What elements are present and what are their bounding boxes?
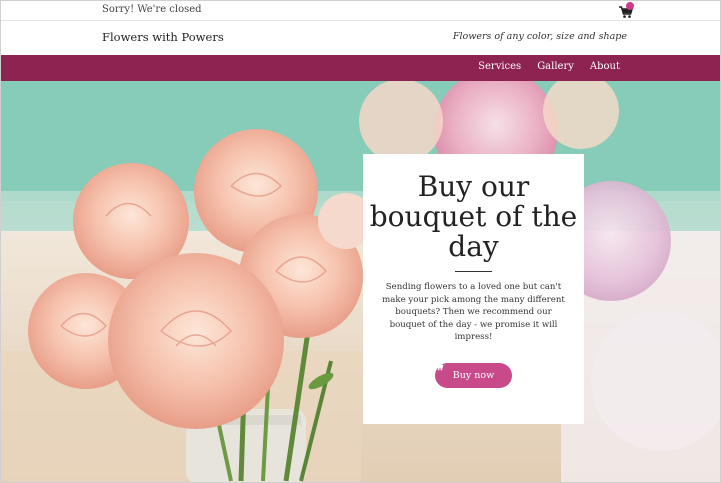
nav-services[interactable]: Services — [478, 61, 521, 72]
hero-flowers-image — [1, 81, 720, 482]
site-tagline: Flowers of any color, size and shape — [452, 31, 627, 42]
closed-notice: Sorry! We're closed — [102, 4, 202, 15]
hero-section: Buy our bouquet of the day Sending flowe… — [1, 81, 720, 482]
nav-about[interactable]: About — [590, 61, 620, 72]
cart-badge — [626, 2, 634, 10]
featured-card: Buy our bouquet of the day Sending flowe… — [363, 154, 584, 424]
site-header: Flowers with Powers Flowers of any color… — [1, 21, 720, 55]
card-divider — [455, 271, 492, 272]
nav-links: Services Gallery About — [478, 61, 620, 72]
site-brand[interactable]: Flowers with Powers — [102, 30, 224, 44]
card-description: Sending flowers to a loved one but can't… — [382, 282, 565, 342]
page-frame: Sorry! We're closed Flowers with Powers … — [0, 0, 721, 483]
buy-now-button[interactable]: Buy now — [435, 363, 512, 388]
card-title: Buy our bouquet of the day — [369, 170, 578, 263]
nav-gallery[interactable]: Gallery — [537, 61, 574, 72]
cart-icon — [435, 363, 444, 371]
notice-bar: Sorry! We're closed — [1, 1, 720, 21]
main-nav: Services Gallery About — [1, 55, 720, 81]
buy-now-label: Buy now — [452, 370, 495, 381]
